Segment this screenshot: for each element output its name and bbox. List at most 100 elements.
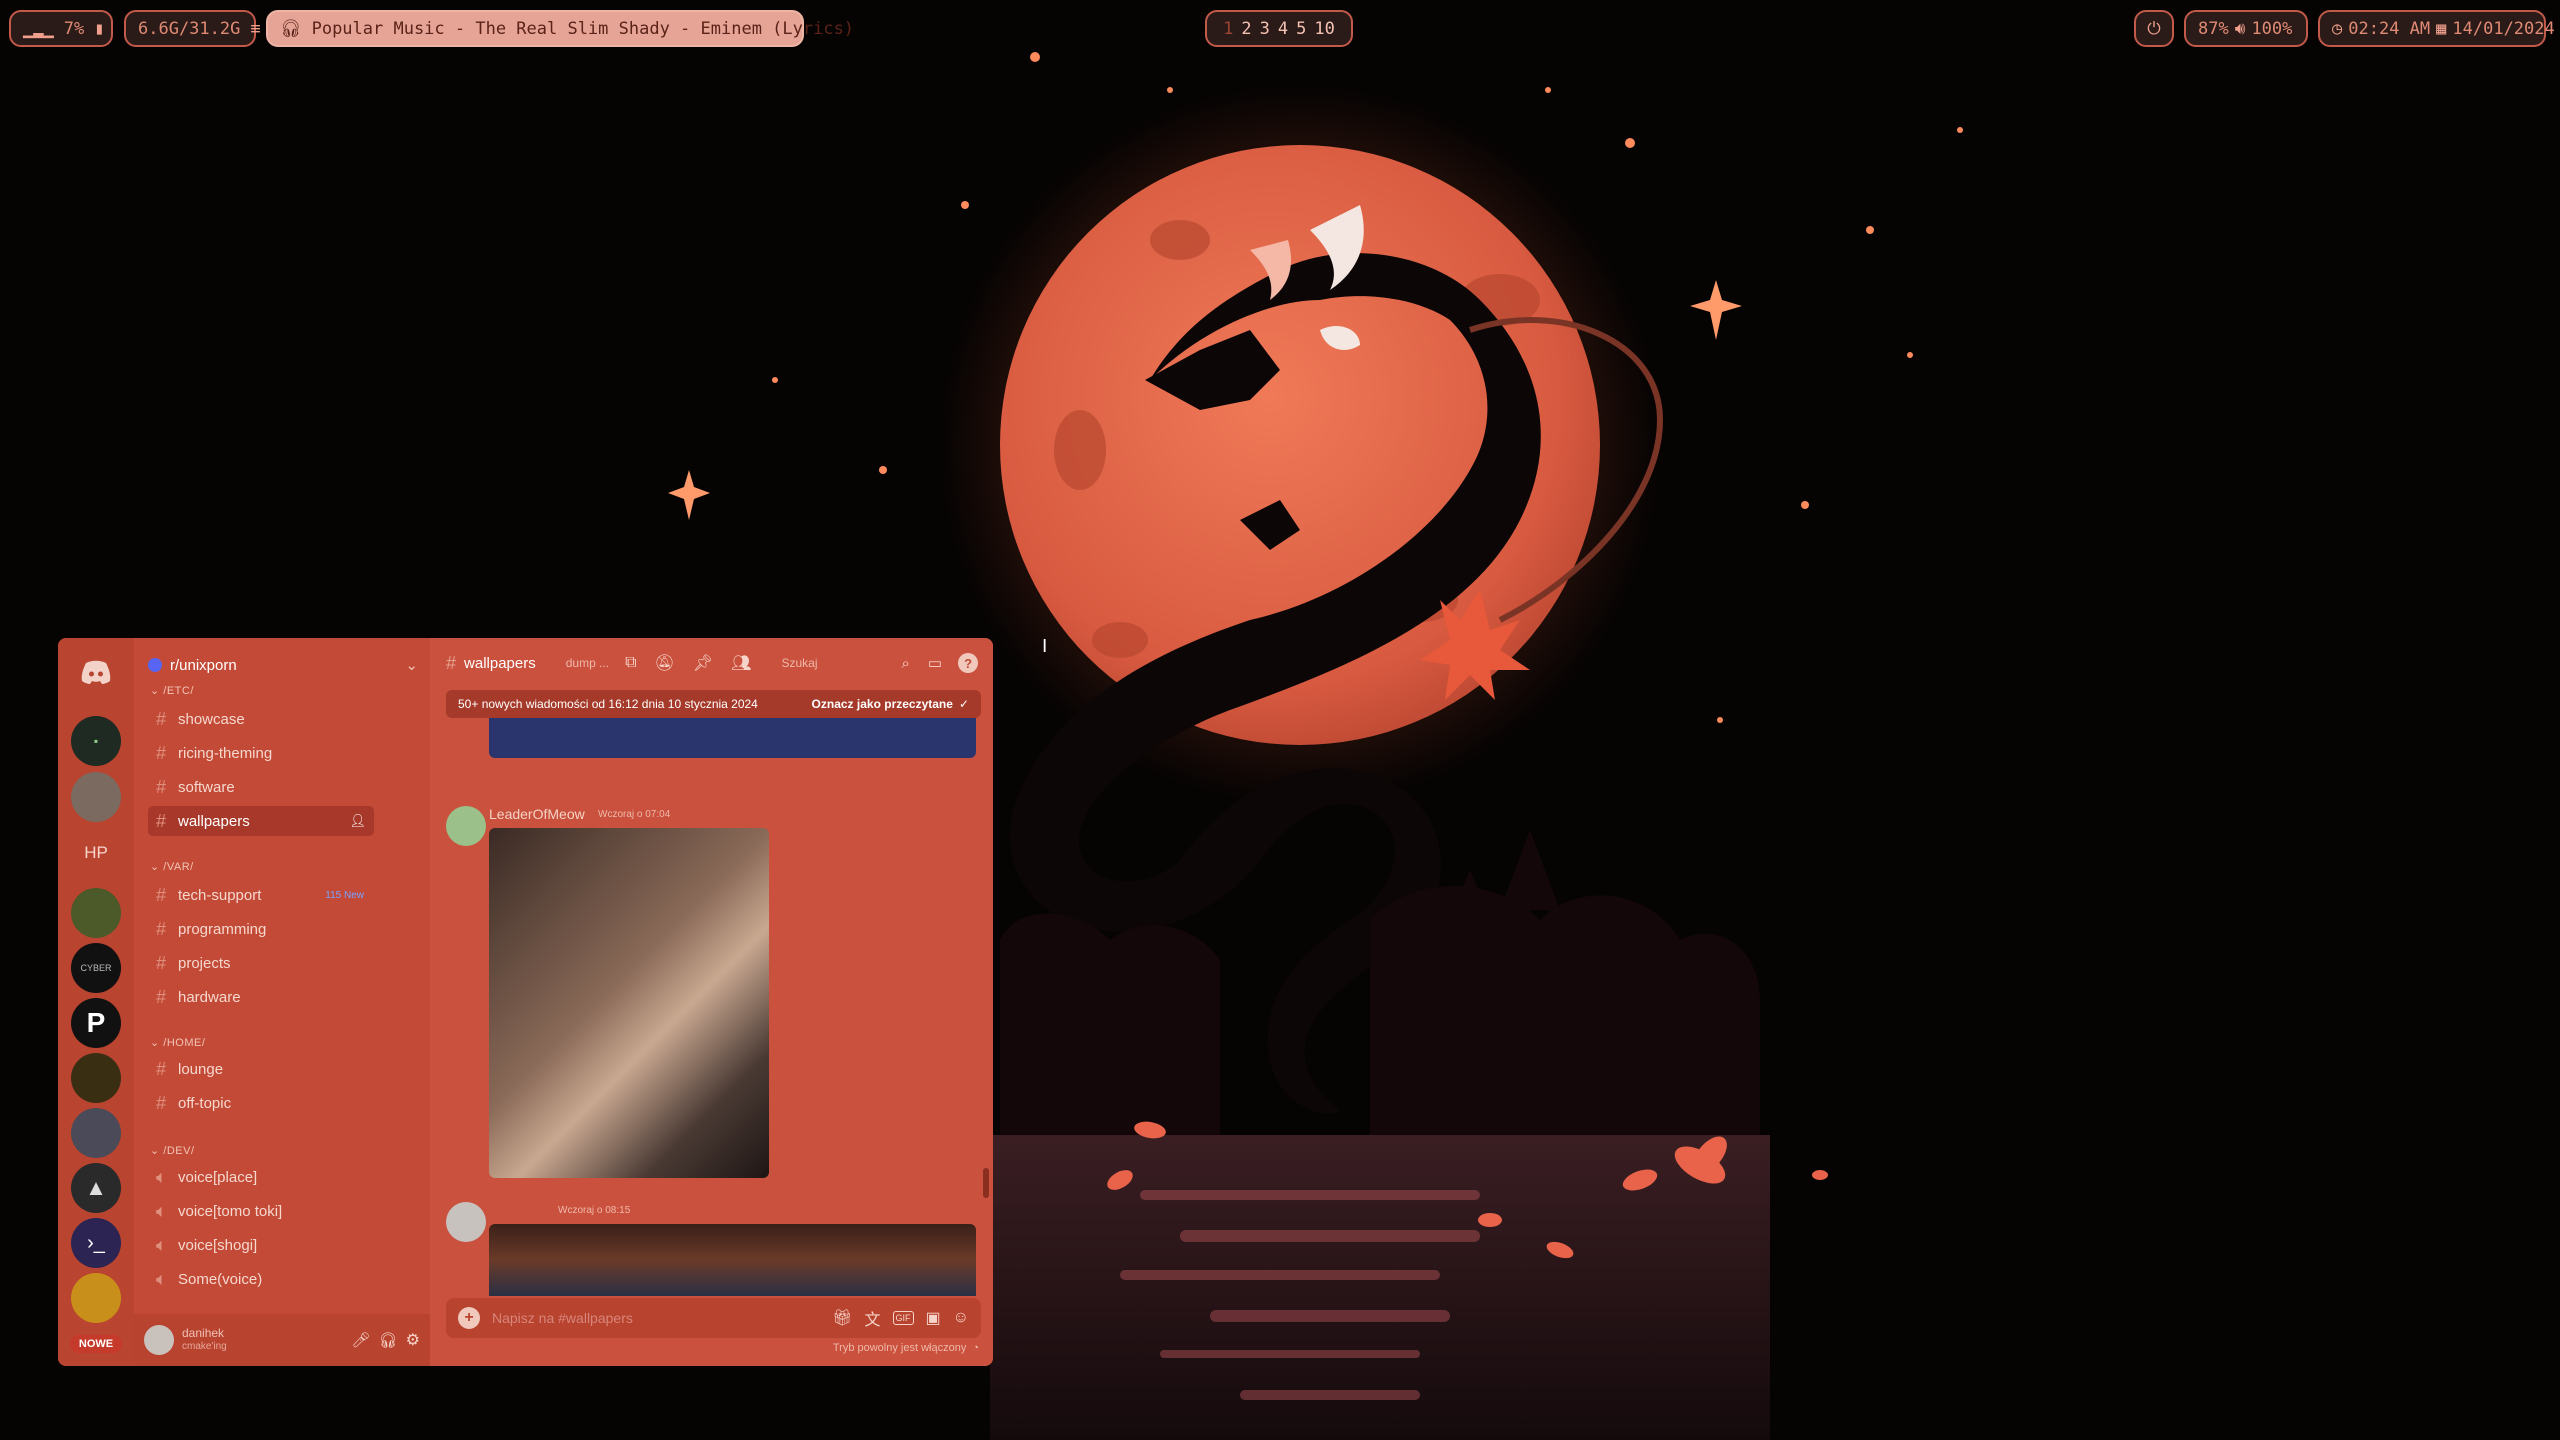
unread-badge: 115 New [325, 889, 364, 901]
message-time: Wczoraj o 07:04 [598, 809, 671, 820]
cpu-icon: ▮ [94, 18, 105, 39]
headphones-icon[interactable]: 🎧︎ [379, 1331, 398, 1349]
workspace-5[interactable]: 5 [1294, 19, 1308, 39]
cpu-usage: 7% [63, 18, 85, 39]
image-attachment[interactable] [489, 1224, 976, 1296]
memory-icon: ≡ [250, 18, 261, 39]
chevron-down-icon: ⌄ [405, 657, 418, 674]
channel-ricing-theming[interactable]: # ricing-theming [148, 738, 374, 768]
notifications-off-icon[interactable]: 🔕︎ [655, 653, 675, 673]
server-name: r/unixporn [170, 656, 237, 674]
channel-software[interactable]: # software [148, 772, 374, 802]
server-icon[interactable]: CYBER [71, 943, 121, 993]
gear-icon[interactable]: ⚙ [406, 1330, 420, 1350]
channel-hardware[interactable]: # hardware [148, 982, 374, 1012]
server-folder-label[interactable]: HP [58, 843, 134, 863]
server-icon[interactable] [71, 888, 121, 938]
voice-channel-some[interactable]: 🔈︎ Some(voice) [148, 1264, 374, 1294]
voice-channel-tomo-toki[interactable]: 🔈︎ voice[tomo toki] [148, 1196, 374, 1226]
status-widget[interactable]: 87% 🔊︎ 100% [2184, 10, 2308, 47]
server-icon[interactable]: P [71, 998, 121, 1048]
workspace-3[interactable]: 3 [1258, 19, 1272, 39]
avatar[interactable] [144, 1325, 174, 1355]
server-icon[interactable]: ▪ [71, 716, 121, 766]
server-rail: ▪ HP CYBER P ▲ ›_ NOWE [58, 638, 134, 1366]
voice-channel-shogi[interactable]: 🔈︎ voice[shogi] [148, 1230, 374, 1260]
gift-icon[interactable]: 🎁︎ [832, 1308, 852, 1328]
emoji-icon[interactable]: ☺ [953, 1309, 969, 1327]
channel-wallpapers[interactable]: # wallpapers 👤︎ [148, 806, 374, 836]
workspace-1[interactable]: 1 [1221, 19, 1235, 39]
speaker-icon: 🔈︎ [156, 1234, 167, 1255]
mark-read-icon: ✓ [958, 697, 969, 711]
server-icon[interactable]: ›_ [71, 1218, 121, 1268]
workspace-4[interactable]: 4 [1276, 19, 1290, 39]
server-header[interactable]: r/unixporn ⌄ [148, 652, 418, 678]
message-author[interactable]: LeaderOfMeow [489, 806, 585, 822]
channel-lounge[interactable]: # lounge [148, 1054, 374, 1084]
hash-icon: # [156, 884, 167, 905]
sticker-icon[interactable]: ▣ [926, 1308, 941, 1328]
inbox-icon[interactable]: ▭ [928, 654, 942, 672]
discord-window: ▪ HP CYBER P ▲ ›_ NOWE r/unixporn ⌄ ⌄ /E… [58, 638, 993, 1366]
music-widget[interactable]: 🎧︎ Popular Music - The Real Slim Shady -… [266, 10, 854, 47]
new-badge[interactable]: NOWE [70, 1335, 122, 1353]
image-attachment[interactable] [489, 828, 769, 1178]
category-home[interactable]: ⌄ /HOME/ [150, 1036, 205, 1049]
avatar[interactable] [446, 1202, 486, 1242]
server-icon[interactable] [71, 1108, 121, 1158]
speaker-icon: 🔈︎ [156, 1268, 167, 1289]
channel-topic[interactable]: dump ... [566, 656, 609, 670]
server-icon[interactable] [71, 772, 121, 822]
new-messages-banner[interactable]: 50+ nowych wiadomości od 16:12 dnia 10 s… [446, 690, 981, 718]
server-icon[interactable]: ▲ [71, 1163, 121, 1213]
hash-icon: # [446, 652, 457, 673]
power-widget[interactable]: ⏻ [2134, 10, 2174, 47]
translate-icon[interactable]: 文 [865, 1306, 881, 1330]
channel-title: wallpapers [464, 654, 536, 672]
pin-icon[interactable]: 📌︎ [693, 653, 713, 673]
gif-icon[interactable]: GIF [892, 1311, 914, 1325]
channel-off-topic[interactable]: # off-topic [148, 1088, 374, 1118]
channel-projects[interactable]: # projects [148, 948, 374, 978]
user-info[interactable]: danihek cmake'ing [182, 1327, 227, 1353]
members-icon[interactable]: 👥︎ [731, 653, 751, 673]
image-attachment[interactable] [489, 718, 976, 758]
category-dev[interactable]: ⌄ /DEV/ [150, 1144, 195, 1157]
workspace-10[interactable]: 10 [1312, 19, 1336, 39]
server-icon[interactable] [71, 1053, 121, 1103]
channel-programming[interactable]: # programming [148, 914, 374, 944]
date: 14/01/2024 [2452, 18, 2555, 39]
composer-input[interactable]: Napisz na #wallpapers [492, 1310, 820, 1326]
category-etc[interactable]: ⌄ /ETC/ [150, 684, 194, 697]
clock-widget[interactable]: ◷ 02:24 AM ▦ 14/01/2024 [2318, 10, 2555, 47]
slowmode-notice: Tryb powolny jest włączony ◔ [833, 1342, 979, 1354]
workspace-2[interactable]: 2 [1239, 19, 1253, 39]
microphone-icon[interactable]: 🎤︎ [352, 1331, 371, 1349]
memory-widget[interactable]: 6.6G/31.2G ≡ [124, 10, 261, 47]
discord-home-icon[interactable] [78, 658, 114, 686]
message-composer[interactable]: + Napisz na #wallpapers 🎁︎ 文 GIF ▣ ☺ [446, 1298, 981, 1338]
mark-read-button[interactable]: Oznacz jako przeczytane [812, 697, 953, 711]
username: danihek [182, 1326, 225, 1340]
help-icon[interactable]: ? [958, 653, 979, 673]
hash-icon: # [156, 986, 167, 1007]
search-icon[interactable]: ⌕ [901, 655, 909, 672]
add-member-icon[interactable]: 👤︎ [349, 813, 366, 829]
channel-tech-support[interactable]: # tech-support 115 New [148, 880, 374, 910]
user-panel: danihek cmake'ing 🎤︎ 🎧︎ ⚙ [134, 1314, 430, 1366]
cpu-graph-icon: ▁▂▁ [23, 18, 54, 39]
channel-showcase[interactable]: # showcase [148, 704, 374, 734]
add-attachment-icon[interactable]: + [458, 1307, 480, 1329]
server-icon[interactable] [71, 1273, 121, 1323]
cpu-widget[interactable]: ▁▂▁ 7% ▮ [9, 10, 113, 47]
category-var[interactable]: ⌄ /VAR/ [150, 860, 194, 873]
threads-icon[interactable]: ⧉ [625, 654, 636, 672]
avatar[interactable] [446, 806, 486, 846]
user-status: cmake'ing [182, 1341, 227, 1352]
scrollbar[interactable] [983, 1168, 989, 1198]
speaker-icon: 🔈︎ [156, 1200, 167, 1221]
search-input[interactable]: Szukaj [781, 656, 891, 670]
clock-icon: ◷ [2332, 18, 2343, 39]
voice-channel-place[interactable]: 🔈︎ voice[place] [148, 1162, 374, 1192]
